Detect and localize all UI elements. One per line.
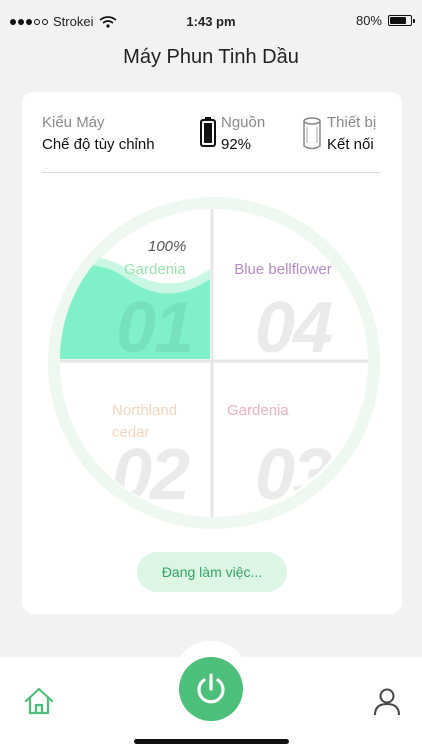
device-info: Thiết bị Kết nối [302,114,376,153]
battery-vertical-icon [200,117,216,147]
status-bar: Strokei 1:43 pm 80% [0,0,422,40]
home-tab[interactable] [24,686,54,716]
slot-number: 04 [255,288,333,359]
home-icon [24,687,54,715]
battery-level-fill [390,17,406,24]
device-label: Thiết bị [327,114,377,131]
device-info-row: Kiểu Máy Chế độ tùy chỉnh Nguồn 92% Thiế… [42,114,382,164]
oil-slot-01[interactable]: 01 100% Gardenia [60,209,210,359]
battery-icon [388,15,415,26]
signal-strength-icon [10,18,48,25]
mode-value: Chế độ tùy chỉnh [42,136,155,153]
slot-oil-name: Blue bellflower [234,261,332,278]
power-icon [197,673,225,704]
home-indicator [134,739,289,744]
profile-tab[interactable] [372,686,402,716]
slot-number: 02 [112,435,190,514]
diffuser-device-icon [303,117,321,150]
slot-oil-name: Northland cedar [112,402,178,441]
slot-number: 03 [255,435,333,514]
device-value: Kết nối [327,136,374,153]
slot-oil-name: Gardenia [227,402,289,419]
slot-oil-name: Gardenia [124,261,186,278]
working-status-button[interactable]: Đang làm việc... [137,552,287,592]
battery-group: 80% [355,13,415,28]
carrier-group: Strokei [10,14,117,29]
battery-percent: 80% [355,13,382,28]
oil-selector-dial: 01 100% Gardenia 04 Blue bellflower 02 N… [46,195,382,531]
divider [42,172,381,173]
slot-number: 01 [116,288,194,359]
diffuser-card: Kiểu Máy Chế độ tùy chỉnh Nguồn 92% Thiế… [22,92,402,614]
wifi-icon [99,15,117,28]
mode-info: Kiểu Máy Chế độ tùy chỉnh [42,114,155,153]
mode-label: Kiểu Máy [42,114,105,131]
page-title: Máy Phun Tinh Dầu [123,46,299,68]
power-label: Nguồn [221,114,266,131]
slot-level: 100% [148,238,187,255]
power-value: 92% [221,136,252,153]
carrier-name: Strokei [53,14,94,29]
power-info: Nguồn 92% [200,114,265,153]
power-button[interactable] [179,657,243,721]
user-icon [374,688,400,716]
